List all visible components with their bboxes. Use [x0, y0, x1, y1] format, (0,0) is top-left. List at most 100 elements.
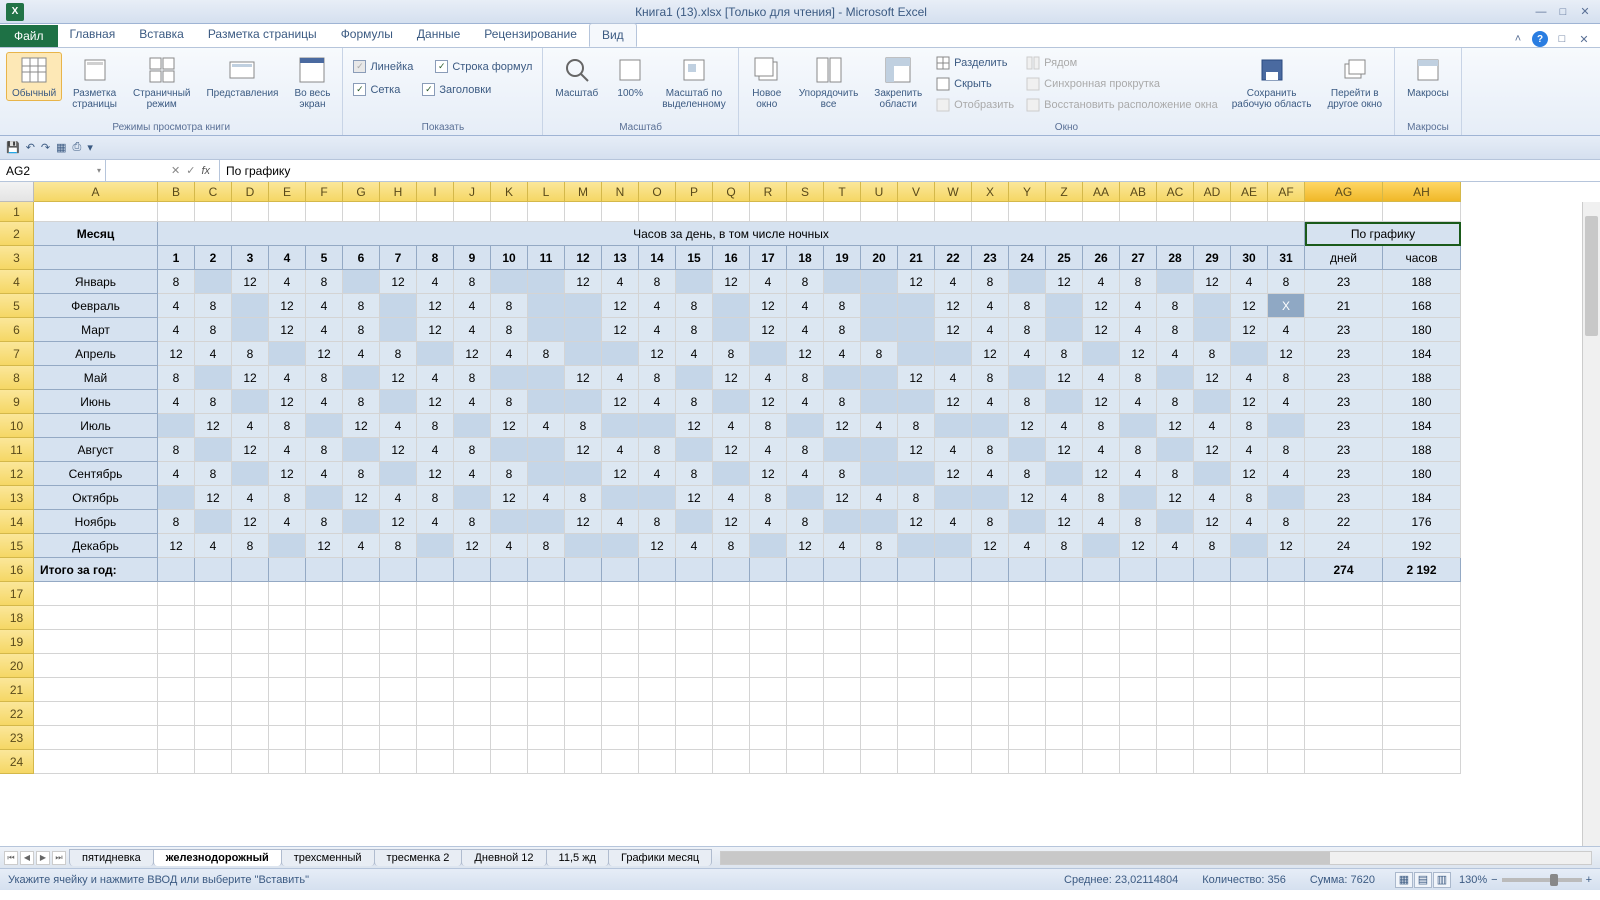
cell[interactable]: [1194, 750, 1231, 774]
cell[interactable]: 12: [787, 342, 824, 366]
cell[interactable]: 8: [1009, 390, 1046, 414]
cell[interactable]: [676, 270, 713, 294]
cell[interactable]: [195, 702, 232, 726]
cell[interactable]: [343, 726, 380, 750]
cell[interactable]: 2 192: [1383, 558, 1461, 582]
cell[interactable]: [1046, 462, 1083, 486]
cell[interactable]: 8: [454, 366, 491, 390]
cell[interactable]: [861, 702, 898, 726]
maximize-icon[interactable]: □: [1554, 5, 1572, 19]
switch-windows-button[interactable]: Перейти в другое окно: [1321, 52, 1388, 112]
cell[interactable]: [269, 534, 306, 558]
cell[interactable]: 12: [1194, 438, 1231, 462]
cell[interactable]: 4: [491, 342, 528, 366]
cell[interactable]: [1046, 558, 1083, 582]
cell[interactable]: [602, 726, 639, 750]
cell[interactable]: 8: [528, 534, 565, 558]
cell[interactable]: [1046, 630, 1083, 654]
cell[interactable]: [1083, 202, 1120, 222]
cell[interactable]: [232, 318, 269, 342]
split-button[interactable]: Разделить: [932, 54, 1018, 72]
cell[interactable]: [491, 750, 528, 774]
row-header[interactable]: 5: [0, 294, 34, 318]
cell[interactable]: [972, 750, 1009, 774]
cell[interactable]: 12: [454, 534, 491, 558]
cell[interactable]: 12: [417, 294, 454, 318]
cell[interactable]: [491, 678, 528, 702]
gridlines-checkbox[interactable]: ✓Сетка: [349, 81, 404, 98]
cell[interactable]: [972, 630, 1009, 654]
cell[interactable]: [343, 202, 380, 222]
ribbon-tab[interactable]: Разметка страницы: [196, 23, 329, 47]
cell[interactable]: [676, 438, 713, 462]
cell[interactable]: 4: [972, 390, 1009, 414]
cell[interactable]: [232, 750, 269, 774]
cell[interactable]: [676, 630, 713, 654]
cell[interactable]: [343, 678, 380, 702]
cell[interactable]: [1194, 606, 1231, 630]
cell[interactable]: 1: [158, 246, 195, 270]
cell[interactable]: [306, 678, 343, 702]
cell[interactable]: 4: [1009, 534, 1046, 558]
cell[interactable]: [898, 726, 935, 750]
close-icon[interactable]: ✕: [1576, 5, 1594, 19]
cell[interactable]: 4: [380, 486, 417, 510]
cell[interactable]: [565, 318, 602, 342]
cell[interactable]: По графику: [1305, 222, 1461, 246]
cell[interactable]: 4: [232, 414, 269, 438]
cell[interactable]: [787, 414, 824, 438]
cell[interactable]: [602, 750, 639, 774]
cell[interactable]: 8: [380, 342, 417, 366]
cell[interactable]: 4: [1046, 486, 1083, 510]
cell[interactable]: [1305, 678, 1383, 702]
cell[interactable]: [898, 606, 935, 630]
cell[interactable]: [602, 342, 639, 366]
cell[interactable]: [380, 582, 417, 606]
column-header[interactable]: AB: [1120, 182, 1157, 202]
cell[interactable]: [639, 582, 676, 606]
cell[interactable]: [306, 726, 343, 750]
cell[interactable]: [787, 678, 824, 702]
cell[interactable]: Июль: [34, 414, 158, 438]
cell[interactable]: [787, 726, 824, 750]
cell[interactable]: [676, 750, 713, 774]
row-header[interactable]: 13: [0, 486, 34, 510]
cell[interactable]: [158, 582, 195, 606]
cell[interactable]: 4: [1231, 510, 1268, 534]
cell[interactable]: 4: [195, 534, 232, 558]
cell[interactable]: 12: [232, 366, 269, 390]
cell[interactable]: [1383, 702, 1461, 726]
cell[interactable]: [1231, 534, 1268, 558]
cell[interactable]: 184: [1383, 342, 1461, 366]
cell[interactable]: [158, 414, 195, 438]
cell[interactable]: 8: [528, 342, 565, 366]
cell[interactable]: [565, 678, 602, 702]
cell[interactable]: [1268, 414, 1305, 438]
cell[interactable]: 8: [787, 510, 824, 534]
cell[interactable]: [417, 654, 454, 678]
cell[interactable]: [602, 678, 639, 702]
cell[interactable]: [861, 270, 898, 294]
cell[interactable]: [713, 202, 750, 222]
cell[interactable]: [454, 678, 491, 702]
cell[interactable]: [787, 202, 824, 222]
cell[interactable]: [195, 366, 232, 390]
cell[interactable]: 4: [602, 270, 639, 294]
cell[interactable]: 8: [1046, 342, 1083, 366]
cell[interactable]: [750, 558, 787, 582]
cell[interactable]: 8: [1157, 294, 1194, 318]
cell[interactable]: [676, 366, 713, 390]
cell[interactable]: 4: [639, 318, 676, 342]
enter-icon[interactable]: ✓: [186, 164, 195, 177]
cell[interactable]: [1157, 558, 1194, 582]
cell[interactable]: [898, 534, 935, 558]
cell[interactable]: 31: [1268, 246, 1305, 270]
cell[interactable]: [824, 630, 861, 654]
cell[interactable]: 12: [935, 294, 972, 318]
cell[interactable]: [1009, 702, 1046, 726]
column-header[interactable]: N: [602, 182, 639, 202]
grid[interactable]: МесяцЧасов за день, в том числе ночныхПо…: [34, 202, 1582, 846]
cell[interactable]: 8: [824, 318, 861, 342]
cell[interactable]: 12: [417, 318, 454, 342]
cell[interactable]: [1009, 558, 1046, 582]
